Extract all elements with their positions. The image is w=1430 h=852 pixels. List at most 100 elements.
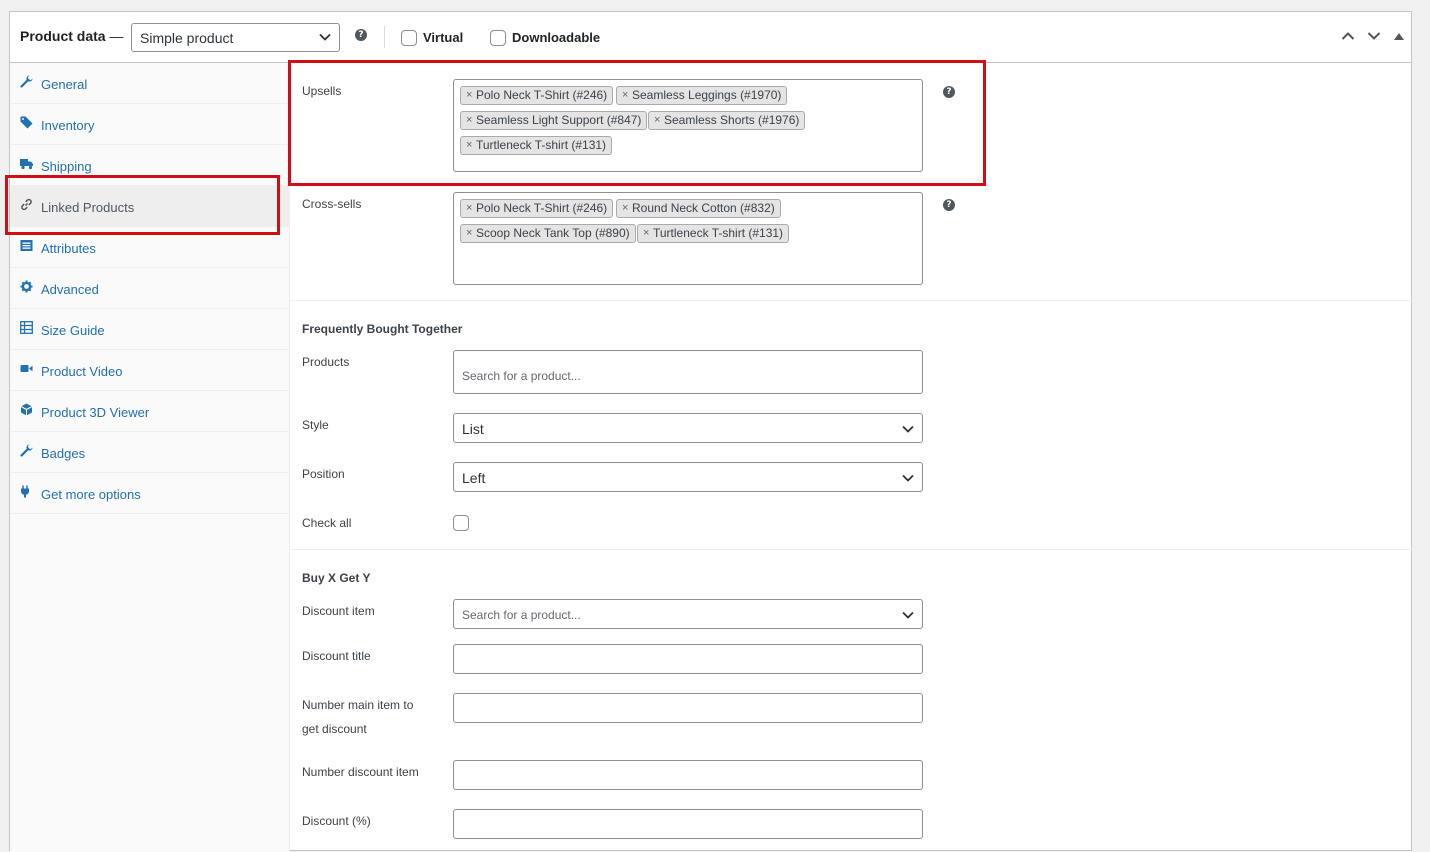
- chevron-down-icon: [902, 611, 914, 619]
- chip-label: Seamless Leggings (#1970): [632, 88, 782, 102]
- fbt-checkall-label: Check all: [302, 516, 352, 530]
- fbt-position-label: Position: [302, 467, 345, 481]
- number-main-item-input[interactable]: [453, 693, 923, 723]
- move-up-icon[interactable]: [1341, 31, 1355, 41]
- truck-icon: [20, 159, 33, 170]
- bxgy-section-title: Buy X Get Y: [302, 571, 371, 585]
- section-divider: [290, 549, 1412, 550]
- tag-icon: [20, 116, 33, 129]
- header-divider: [384, 26, 385, 48]
- remove-chip-icon[interactable]: ×: [654, 112, 660, 129]
- crosssell-chip[interactable]: × Round Neck Cotton (#832): [616, 199, 781, 218]
- remove-chip-icon[interactable]: ×: [466, 87, 472, 104]
- upsells-label: Upsells: [302, 84, 342, 98]
- fbt-style-label: Style: [302, 418, 329, 432]
- discount-title-input[interactable]: [453, 644, 923, 674]
- virtual-checkbox[interactable]: [401, 30, 417, 46]
- video-icon: [20, 365, 33, 372]
- product-data-header: Product data — Simple product ? Virtual …: [10, 12, 1411, 63]
- remove-chip-icon[interactable]: ×: [622, 87, 628, 104]
- tab-general[interactable]: General: [10, 63, 289, 104]
- tab-linked-products[interactable]: Linked Products: [10, 186, 289, 227]
- fbt-position-select[interactable]: Left: [453, 462, 923, 492]
- wrench-icon: [20, 75, 33, 88]
- tab-label: Product 3D Viewer: [41, 405, 150, 420]
- crosssell-chip[interactable]: × Scoop Neck Tank Top (#890): [460, 224, 636, 243]
- crosssells-help-icon[interactable]: ?: [943, 199, 955, 211]
- tab-label: Badges: [41, 446, 86, 461]
- chip-label: Turtleneck T-shirt (#131): [476, 138, 607, 152]
- discount-item-label: Discount item: [302, 604, 375, 618]
- discount-percent-label: Discount (%): [302, 814, 371, 828]
- remove-chip-icon[interactable]: ×: [466, 225, 472, 242]
- tab-inventory[interactable]: Inventory: [10, 104, 289, 145]
- crosssell-chip[interactable]: × Turtleneck T-shirt (#131): [637, 224, 790, 243]
- linked-products-panel: Upsells × Polo Neck T-Shirt (#246) × Seaml…: [290, 63, 1412, 852]
- fbt-products-label: Products: [302, 355, 350, 369]
- product-data-panel: Product data — Simple product ? Virtual …: [9, 11, 1412, 852]
- tab-advanced[interactable]: Advanced: [10, 268, 289, 309]
- upsell-chip[interactable]: × Turtleneck T-shirt (#131): [460, 136, 613, 155]
- tab-get-more-options[interactable]: Get more options: [10, 473, 289, 514]
- toggle-panel-icon[interactable]: [1394, 33, 1404, 41]
- upsells-multiselect[interactable]: × Polo Neck T-Shirt (#246) × Seamless Legg…: [453, 79, 923, 172]
- list-icon: [20, 240, 33, 251]
- number-discount-label: Number discount item: [302, 765, 419, 779]
- upsells-help-icon[interactable]: ?: [943, 86, 955, 98]
- crosssells-label: Cross-sells: [302, 197, 362, 211]
- tab-label: Product Video: [41, 364, 123, 379]
- tab-label: Shipping: [41, 159, 92, 174]
- upsell-chip[interactable]: × Polo Neck T-Shirt (#246): [460, 86, 614, 105]
- wrench-icon: [20, 444, 33, 457]
- fbt-checkall-checkbox[interactable]: [453, 515, 469, 531]
- upsell-chip[interactable]: × Seamless Light Support (#847): [460, 111, 648, 130]
- fbt-section-title: Frequently Bought Together: [302, 322, 463, 336]
- chevron-down-icon: [902, 425, 914, 433]
- upsell-chip[interactable]: × Seamless Shorts (#1976): [648, 111, 806, 130]
- discount-percent-input[interactable]: [453, 809, 923, 839]
- discount-item-select[interactable]: Search for a product...: [453, 599, 923, 629]
- remove-chip-icon[interactable]: ×: [466, 137, 472, 154]
- product-data-tabs: General Inventory Shipping Linked Produc…: [10, 63, 290, 852]
- tab-label: General: [41, 77, 88, 92]
- section-divider: [290, 300, 1412, 301]
- downloadable-checkbox[interactable]: [490, 30, 506, 46]
- upsell-chip[interactable]: × Seamless Leggings (#1970): [616, 86, 788, 105]
- chip-label: Seamless Light Support (#847): [476, 113, 642, 127]
- fbt-position-value: Left: [462, 470, 486, 486]
- move-down-icon[interactable]: [1367, 31, 1381, 41]
- chip-label: Scoop Neck Tank Top (#890): [476, 226, 630, 240]
- virtual-label: Virtual: [423, 30, 464, 45]
- tab-label: Advanced: [41, 282, 99, 297]
- tab-shipping[interactable]: Shipping: [10, 145, 289, 186]
- title-dash: —: [109, 28, 124, 44]
- discount-item-placeholder: Search for a product...: [462, 608, 581, 622]
- tab-product-video[interactable]: Product Video: [10, 350, 289, 391]
- help-icon[interactable]: ?: [355, 29, 367, 41]
- number-main-label-line2: get discount: [302, 722, 367, 736]
- chip-label: Polo Neck T-Shirt (#246): [476, 88, 608, 102]
- fbt-products-search[interactable]: Search for a product...: [453, 350, 923, 394]
- crosssell-chip[interactable]: × Polo Neck T-Shirt (#246): [460, 199, 614, 218]
- fbt-style-select[interactable]: List: [453, 413, 923, 443]
- downloadable-label: Downloadable: [512, 30, 601, 45]
- discount-title-label: Discount title: [302, 649, 371, 663]
- tab-attributes[interactable]: Attributes: [10, 227, 289, 268]
- number-main-label-line1: Number main item to: [302, 698, 414, 712]
- tab-size-guide[interactable]: Size Guide: [10, 309, 289, 350]
- tab-badges[interactable]: Badges: [10, 432, 289, 473]
- product-type-select[interactable]: Simple product: [131, 23, 340, 52]
- remove-chip-icon[interactable]: ×: [466, 200, 472, 217]
- remove-chip-icon[interactable]: ×: [643, 225, 649, 242]
- number-discount-item-input[interactable]: [453, 760, 923, 790]
- product-data-title: Product data —: [20, 28, 123, 44]
- crosssells-multiselect[interactable]: × Polo Neck T-Shirt (#246) × Round Neck Co…: [453, 192, 923, 285]
- tab-label: Get more options: [41, 487, 141, 502]
- tab-label: Attributes: [41, 241, 96, 256]
- remove-chip-icon[interactable]: ×: [622, 200, 628, 217]
- gear-icon: [20, 280, 33, 293]
- tab-label: Size Guide: [41, 323, 105, 338]
- tab-label: Inventory: [41, 118, 95, 133]
- remove-chip-icon[interactable]: ×: [466, 112, 472, 129]
- tab-product-3d-viewer[interactable]: Product 3D Viewer: [10, 391, 289, 432]
